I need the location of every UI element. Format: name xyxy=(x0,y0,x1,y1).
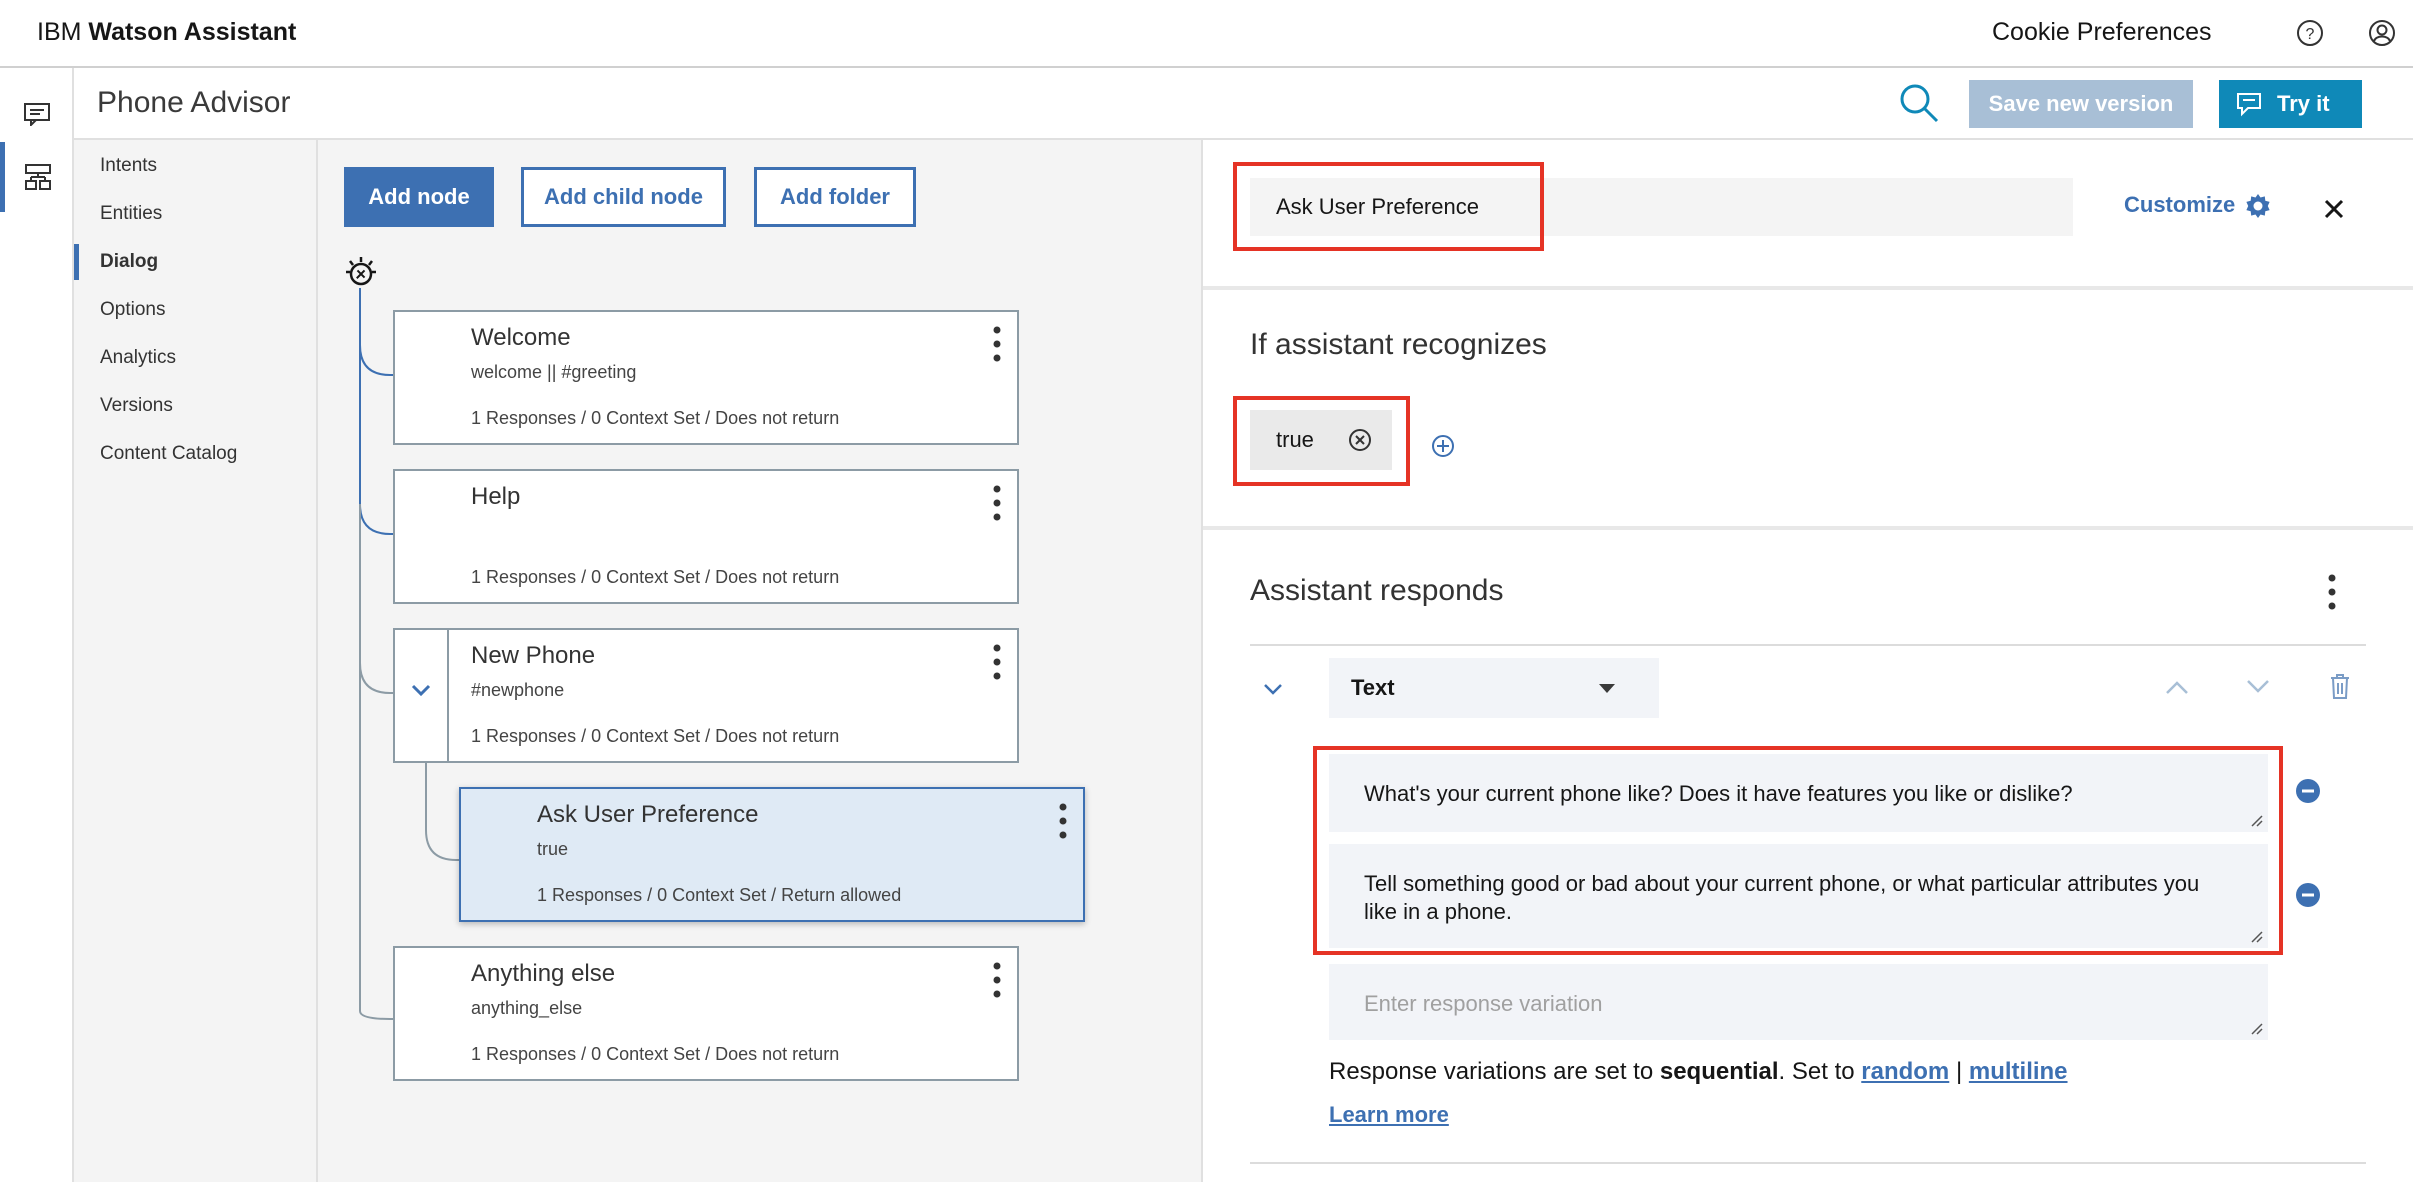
brand-name: Watson Assistant xyxy=(88,18,297,46)
highlight-responses xyxy=(1313,746,2283,955)
left-rail xyxy=(0,68,74,1182)
skills-tree-icon xyxy=(25,164,51,190)
rail-skills[interactable] xyxy=(0,142,74,212)
learn-more-link[interactable]: Learn more xyxy=(1329,1102,1449,1128)
variation-placeholder: Enter response variation xyxy=(1364,991,1603,1016)
dialog-tree-canvas: Add node Add child node Add folder Welco… xyxy=(318,140,1201,1182)
node-title: New Phone xyxy=(471,642,596,669)
skill-title: Phone Advisor xyxy=(97,86,291,119)
node-title: Welcome xyxy=(471,324,571,351)
skill-header: Phone Advisor Save new version Try it xyxy=(74,68,2413,140)
new-variation-input[interactable]: Enter response variation xyxy=(1329,964,2268,1040)
response-type-value: Text xyxy=(1351,675,1395,700)
help-icon[interactable]: ? xyxy=(2293,16,2327,50)
node-condition: #newphone xyxy=(471,680,565,700)
dialog-node-welcome[interactable]: Welcome welcome || #greeting 1 Responses… xyxy=(393,310,1019,445)
nav-versions[interactable]: Versions xyxy=(74,388,314,424)
skill-nav: Intents Entities Dialog Options Analytic… xyxy=(74,140,318,1182)
caret-down-icon xyxy=(1599,684,1615,693)
dialog-node-ask-user-preference[interactable]: Ask User Preference true 1 Responses / 0… xyxy=(459,787,1085,922)
node-menu-icon[interactable] xyxy=(1055,801,1071,841)
set-multiline-link[interactable]: multiline xyxy=(1969,1058,2068,1085)
nav-options[interactable]: Options xyxy=(74,292,314,328)
remove-variation-icon[interactable] xyxy=(2295,882,2321,908)
node-title: Anything else xyxy=(471,960,616,987)
save-new-version-button[interactable]: Save new version xyxy=(1969,80,2193,128)
note-mode: sequential xyxy=(1659,1058,1779,1085)
response-type-select[interactable]: Text xyxy=(1329,658,1659,718)
node-menu-icon[interactable] xyxy=(989,960,1005,1000)
resize-handle-icon[interactable] xyxy=(2250,1022,2264,1036)
chevron-down-icon xyxy=(411,684,431,697)
top-header: IBM Watson Assistant Cookie Preferences … xyxy=(0,0,2413,68)
gear-icon[interactable] xyxy=(2244,192,2272,220)
add-condition-icon[interactable] xyxy=(1429,432,1457,460)
nav-analytics[interactable]: Analytics xyxy=(74,340,314,376)
svg-text:?: ? xyxy=(2306,26,2315,43)
brand-logo[interactable]: IBM Watson Assistant xyxy=(37,18,296,47)
nav-dialog[interactable]: Dialog xyxy=(74,244,314,280)
node-condition: true xyxy=(537,839,569,859)
chat-bubble-icon xyxy=(2237,93,2261,117)
cookie-preferences-link[interactable]: Cookie Preferences xyxy=(1992,18,2212,47)
user-profile-icon[interactable] xyxy=(2365,16,2399,50)
customize-button[interactable]: Customize xyxy=(2124,192,2235,218)
delete-response-icon[interactable] xyxy=(2329,672,2351,700)
node-meta: 1 Responses / 0 Context Set / Return all… xyxy=(537,885,902,905)
node-editor-panel: Customize If assistant recognizes true A… xyxy=(1201,140,2413,1182)
set-random-link[interactable]: random xyxy=(1861,1058,1949,1085)
panel-divider xyxy=(1203,286,2413,290)
node-meta: 1 Responses / 0 Context Set / Does not r… xyxy=(471,726,840,746)
node-menu-icon[interactable] xyxy=(989,483,1005,523)
node-meta: 1 Responses / 0 Context Set / Does not r… xyxy=(471,1044,840,1064)
try-it-label: Try it xyxy=(2277,91,2330,116)
node-menu-icon[interactable] xyxy=(989,642,1005,682)
nav-entities[interactable]: Entities xyxy=(74,196,314,232)
node-expand-toggle[interactable] xyxy=(395,630,449,761)
collapse-response-icon[interactable] xyxy=(1260,676,1286,702)
dialog-node-anything-else[interactable]: Anything else anything_else 1 Responses … xyxy=(393,946,1019,1081)
close-icon[interactable] xyxy=(2321,196,2347,222)
search-icon[interactable] xyxy=(1896,80,1942,126)
variation-mode-note: Response variations are set to sequentia… xyxy=(1329,1058,2068,1086)
note-mid: . Set to xyxy=(1778,1058,1862,1085)
nav-intents[interactable]: Intents xyxy=(74,148,314,184)
panel-bottom-divider xyxy=(1250,1162,2366,1164)
node-condition: anything_else xyxy=(471,998,583,1018)
dialog-root-icon xyxy=(346,257,376,286)
highlight-node-name xyxy=(1233,162,1544,251)
dialog-node-help[interactable]: Help 1 Responses / 0 Context Set / Does … xyxy=(393,469,1019,604)
node-menu-icon[interactable] xyxy=(989,324,1005,364)
nav-content-catalog[interactable]: Content Catalog xyxy=(74,436,314,472)
brand-prefix: IBM xyxy=(37,18,82,46)
node-title: Help xyxy=(471,483,521,510)
responses-section-title: Assistant responds xyxy=(1250,574,1504,607)
highlight-condition xyxy=(1233,396,1410,486)
remove-variation-icon[interactable] xyxy=(2295,778,2321,804)
panel-divider xyxy=(1203,526,2413,530)
node-meta: 1 Responses / 0 Context Set / Does not r… xyxy=(471,408,840,428)
move-up-icon[interactable] xyxy=(2163,676,2191,698)
node-title: Ask User Preference xyxy=(537,801,759,828)
condition-section-title: If assistant recognizes xyxy=(1250,328,1547,361)
rail-assistants[interactable] xyxy=(0,78,74,148)
dialog-node-new-phone[interactable]: New Phone #newphone 1 Responses / 0 Cont… xyxy=(393,628,1019,763)
move-down-icon[interactable] xyxy=(2244,676,2272,698)
note-prefix: Response variations are set to xyxy=(1329,1058,1660,1085)
chat-icon xyxy=(24,103,50,126)
node-condition: welcome || #greeting xyxy=(471,362,637,382)
responses-menu-icon[interactable] xyxy=(2324,572,2340,612)
responses-divider xyxy=(1250,644,2366,646)
note-separator: | xyxy=(1949,1058,1969,1085)
node-meta: 1 Responses / 0 Context Set / Does not r… xyxy=(471,567,840,587)
try-it-button[interactable]: Try it xyxy=(2219,80,2362,128)
